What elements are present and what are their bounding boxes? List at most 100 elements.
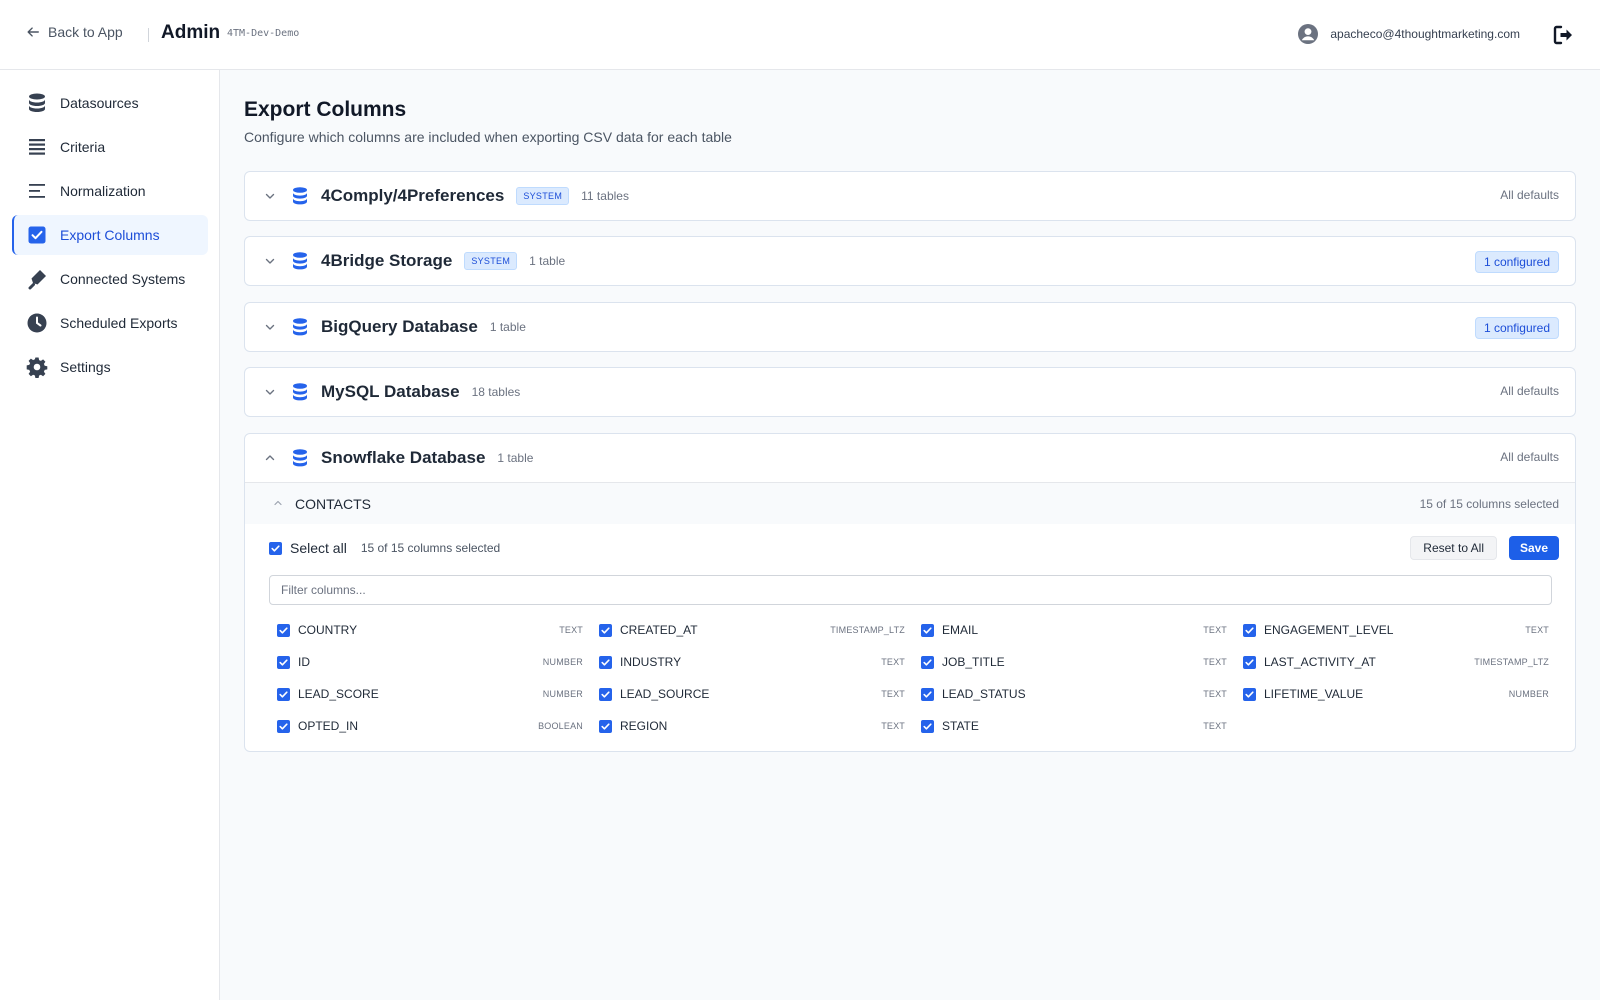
datasource-status: All defaults (1500, 188, 1559, 202)
sidebar-item-label: Connected Systems (60, 271, 186, 287)
column-item[interactable]: COUNTRY TEXT (277, 614, 583, 646)
datasource-name: 4Comply/4Preferences (321, 186, 505, 205)
column-item[interactable]: LIFETIME_VALUE NUMBER (1243, 678, 1549, 710)
chevron-down-icon (265, 193, 275, 199)
column-checkbox[interactable] (1243, 687, 1256, 701)
lines-icon (29, 184, 45, 198)
column-checkbox[interactable] (599, 655, 612, 669)
datasource-status: All defaults (1500, 384, 1559, 398)
configured-badge: 1 configured (1474, 251, 1559, 273)
column-item[interactable]: OPTED_IN BOOLEAN (277, 710, 583, 742)
datasource-header[interactable]: 4Comply/4Preferences SYSTEM 11 tables Al… (245, 172, 1575, 220)
user-menu[interactable]: apacheco@4thoughtmarketing.com (1298, 24, 1520, 44)
back-to-app-link[interactable]: Back to App (26, 24, 123, 40)
column-checkbox[interactable] (921, 655, 934, 669)
sidebar-item-connected-systems[interactable]: Connected Systems (12, 259, 208, 299)
datasource-header[interactable]: Snowflake Database 1 table All defaults (245, 434, 1575, 482)
sidebar-item-criteria[interactable]: Criteria (12, 127, 208, 167)
column-item[interactable]: STATE TEXT (921, 710, 1227, 742)
column-name: EMAIL (942, 623, 979, 637)
column-checkbox[interactable] (599, 687, 612, 701)
column-item[interactable]: EMAIL TEXT (921, 614, 1227, 646)
column-checkbox[interactable] (277, 655, 290, 669)
save-button[interactable]: Save (1509, 536, 1559, 560)
datasource-name: MySQL Database (321, 382, 460, 401)
column-item[interactable]: LEAD_STATUS TEXT (921, 678, 1227, 710)
column-name: STATE (942, 719, 979, 733)
column-name: LEAD_SCORE (298, 687, 379, 701)
datasource-name: Snowflake Database (321, 448, 486, 467)
filter-columns-input[interactable] (269, 575, 1552, 605)
column-item[interactable]: JOB_TITLE TEXT (921, 646, 1227, 678)
column-checkbox[interactable] (277, 623, 290, 637)
reset-to-all-button[interactable]: Reset to All (1410, 536, 1497, 560)
sidebar-item-datasources[interactable]: Datasources (12, 83, 208, 123)
column-checkbox[interactable] (1243, 655, 1256, 669)
column-item[interactable]: CREATED_AT TIMESTAMP_LTZ (599, 614, 905, 646)
database-icon (293, 449, 307, 467)
column-checkbox[interactable] (599, 623, 612, 637)
table-count: 18 tables (471, 385, 521, 399)
checkbox-icon (28, 226, 46, 244)
page-subtitle: Configure which columns are included whe… (244, 129, 732, 145)
column-item[interactable]: LEAD_SCORE NUMBER (277, 678, 583, 710)
plug-icon (28, 270, 46, 290)
column-checkbox[interactable] (277, 719, 290, 733)
column-grid: COUNTRY TEXT CREATED_AT TIMESTAMP_LTZ EMAIL T… (277, 614, 1553, 742)
database-icon (293, 252, 307, 270)
column-checkbox[interactable] (1243, 623, 1256, 637)
system-badge: SYSTEM (464, 252, 518, 270)
column-item[interactable]: ID NUMBER (277, 646, 583, 678)
arrow-left-icon (27, 27, 39, 37)
column-item[interactable]: INDUSTRY TEXT (599, 646, 905, 678)
datasource-title-group: MySQL Database 18 tables (321, 382, 520, 402)
datasource-header[interactable]: MySQL Database 18 tables All defaults (245, 368, 1575, 416)
select-all-label[interactable]: Select all (290, 540, 347, 556)
column-type: TEXT (881, 721, 905, 731)
chevron-down-icon (265, 324, 275, 330)
table-header-contacts[interactable]: CONTACTS 15 of 15 columns selected (245, 482, 1575, 524)
sidebar-item-label: Settings (60, 359, 111, 375)
back-label: Back to App (48, 24, 123, 40)
column-type: TEXT (1203, 657, 1227, 667)
chevron-up-icon (274, 500, 282, 506)
column-name: LEAD_STATUS (942, 687, 1026, 701)
table-count: 11 tables (581, 189, 629, 203)
column-checkbox[interactable] (921, 687, 934, 701)
column-checkbox[interactable] (921, 623, 934, 637)
column-item[interactable]: LEAD_SOURCE TEXT (599, 678, 905, 710)
logout-icon[interactable] (1552, 24, 1574, 46)
table-name: CONTACTS (295, 496, 371, 512)
page-title: Export Columns (244, 98, 407, 121)
sidebar-item-scheduled-exports[interactable]: Scheduled Exports (12, 303, 208, 343)
column-item[interactable]: LAST_ACTIVITY_AT TIMESTAMP_LTZ (1243, 646, 1549, 678)
column-type: NUMBER (542, 657, 583, 667)
column-item[interactable]: ENGAGEMENT_LEVEL TEXT (1243, 614, 1549, 646)
sidebar-item-label: Export Columns (60, 227, 160, 243)
select-all-checkbox[interactable] (269, 541, 282, 555)
gear-icon (26, 357, 48, 378)
column-type: TEXT (1203, 721, 1227, 731)
column-name: COUNTRY (298, 623, 358, 637)
list-icon (29, 139, 45, 155)
column-item[interactable]: REGION TEXT (599, 710, 905, 742)
datasource-header[interactable]: 4Bridge Storage SYSTEM 1 table 1 configu… (245, 237, 1575, 285)
column-type: TIMESTAMP_LTZ (1474, 657, 1549, 667)
app-title: Admin (161, 22, 221, 43)
column-checkbox[interactable] (921, 719, 934, 733)
column-name: LIFETIME_VALUE (1264, 687, 1364, 701)
chevron-down-icon (265, 389, 275, 395)
datasource-header[interactable]: BigQuery Database 1 table 1 configured (245, 303, 1575, 351)
column-name: JOB_TITLE (942, 655, 1005, 669)
sidebar-item-normalization[interactable]: Normalization (12, 171, 208, 211)
column-type: NUMBER (542, 689, 583, 699)
chevron-up-icon (265, 455, 275, 461)
column-checkbox[interactable] (277, 687, 290, 701)
column-type: BOOLEAN (538, 721, 583, 731)
column-name: INDUSTRY (620, 655, 682, 669)
sidebar-item-export-columns[interactable]: Export Columns (12, 215, 208, 255)
selected-count: 15 of 15 columns selected (360, 541, 501, 555)
table-count: 1 table (529, 254, 566, 268)
sidebar-item-settings[interactable]: Settings (12, 347, 208, 387)
column-checkbox[interactable] (599, 719, 612, 733)
